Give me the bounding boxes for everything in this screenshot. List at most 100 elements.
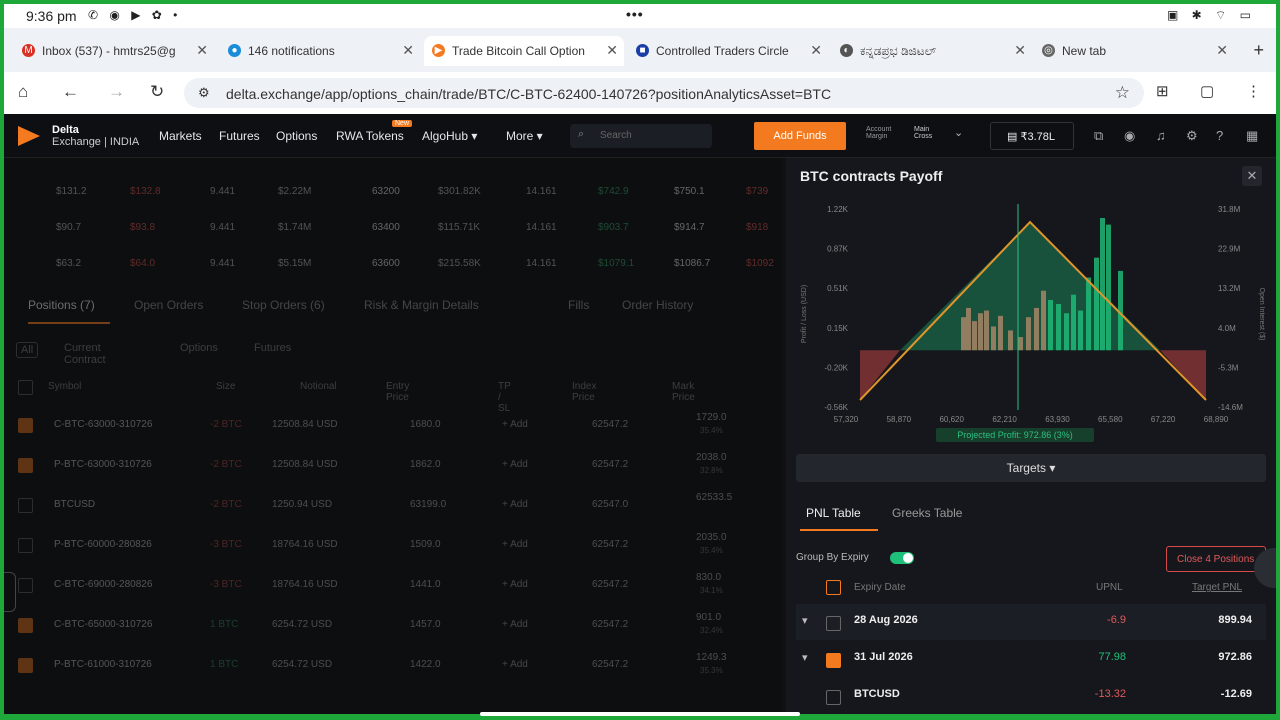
side-handle[interactable] xyxy=(4,572,16,612)
row-checkbox[interactable] xyxy=(18,578,33,593)
new-tab-plus-icon[interactable]: + xyxy=(1253,40,1264,61)
settings-icon[interactable]: ⚙ xyxy=(1186,128,1198,144)
translate-icon[interactable]: ⊞ xyxy=(1156,82,1169,100)
close-icon[interactable]: ✕ xyxy=(606,42,618,59)
browser-tab[interactable]: ■ Controlled Traders Circle ✕ xyxy=(628,36,828,66)
tab-switcher-icon[interactable]: ▢ xyxy=(1200,82,1214,100)
pnl-row[interactable]: BTCUSD -13.32 -12.69 xyxy=(796,678,1266,714)
bookmark-star-icon[interactable]: ☆ xyxy=(1115,83,1130,103)
table-row[interactable]: BTCUSD -2 BTC 1250.94 USD 63199.0 + Add 62547… xyxy=(4,486,782,526)
nav-futures[interactable]: Futures xyxy=(219,129,260,143)
close-icon[interactable]: ✕ xyxy=(810,42,822,59)
browser-tab-active[interactable]: ▶ Trade Bitcoin Call Option ✕ xyxy=(424,36,624,66)
tab-stop-orders[interactable]: Stop Orders (6) xyxy=(242,298,325,312)
back-icon[interactable]: ← xyxy=(62,82,79,102)
filter-options[interactable]: Options xyxy=(180,342,218,354)
cell-notional: 6254.72 USD xyxy=(272,619,333,630)
nav-algohub[interactable]: AlgoHub ▾ xyxy=(422,129,477,143)
tab-open-orders[interactable]: Open Orders xyxy=(134,298,203,312)
table-row[interactable]: C-BTC-63000-310726 -2 BTC 12508.84 USD 1680… xyxy=(4,406,782,446)
close-positions-button[interactable]: Close 4 Positions xyxy=(1166,546,1266,572)
select-all-expiry-checkbox[interactable] xyxy=(826,580,841,595)
expand-chevron-icon[interactable]: ▾ xyxy=(802,651,808,664)
table-row[interactable]: C-BTC-69000-280826 -3 BTC 18764.16 USD 1441… xyxy=(4,566,782,606)
nav-more[interactable]: More ▾ xyxy=(506,129,543,143)
cell-tpsl[interactable]: + Add xyxy=(502,459,528,470)
close-icon[interactable]: ✕ xyxy=(1216,42,1228,59)
pnl-row[interactable]: ▾ 31 Jul 2026 77.98 972.86 xyxy=(796,641,1266,677)
targets-dropdown[interactable]: Targets ▾ xyxy=(796,454,1266,482)
table-row[interactable]: C-BTC-65000-310726 1 BTC 6254.72 USD 1457.0… xyxy=(4,606,782,646)
add-funds-button[interactable]: Add Funds xyxy=(754,122,846,150)
help-icon[interactable]: ? xyxy=(1216,128,1223,143)
upnl-value: 77.98 xyxy=(1098,651,1126,663)
tab-pnl-table[interactable]: PNL Table xyxy=(806,506,861,520)
row-checkbox[interactable] xyxy=(826,653,841,668)
cell-tpsl[interactable]: + Add xyxy=(502,579,528,590)
chain-row[interactable]: $63.2 $64.0 9.441 $5.15M 63600 $215.58K 14.161… xyxy=(4,248,782,284)
row-checkbox[interactable] xyxy=(18,618,33,633)
user-icon[interactable]: ◉ xyxy=(1124,128,1135,144)
active-tab-underline xyxy=(800,529,878,531)
table-row[interactable]: P-BTC-63000-310726 -2 BTC 12508.84 USD 1862… xyxy=(4,446,782,486)
expand-chevron-icon[interactable]: ▾ xyxy=(802,614,808,627)
nav-rwa-tokens[interactable]: RWA Tokens xyxy=(336,129,404,143)
tab-fills[interactable]: Fills xyxy=(568,298,589,312)
chain-row[interactable]: $90.7 $93.8 9.441 $1.74M 63400 $115.71K 14.161… xyxy=(4,212,782,248)
row-checkbox[interactable] xyxy=(18,498,33,513)
menu-kebab-icon[interactable]: ⋮ xyxy=(1246,82,1261,100)
tab-risk-margin[interactable]: Risk & Margin Details xyxy=(364,298,479,312)
site-info-icon[interactable]: ⚙ xyxy=(198,85,210,101)
reload-icon[interactable]: ↻ xyxy=(150,82,164,102)
browser-tab[interactable]: ◎ New tab ✕ xyxy=(1034,36,1234,66)
bell-icon[interactable]: ♫ xyxy=(1156,128,1166,143)
select-all-checkbox[interactable] xyxy=(18,380,33,395)
filter-current-contract[interactable]: Current Contract xyxy=(64,342,106,366)
cell-tpsl[interactable]: + Add xyxy=(502,499,528,510)
filter-all[interactable]: All xyxy=(16,342,39,358)
tab-positions[interactable]: Positions (7) xyxy=(28,298,95,312)
chain-row[interactable]: $131.2 $132.8 9.441 $2.22M 63200 $301.82K 14.1… xyxy=(4,176,782,212)
row-checkbox[interactable] xyxy=(826,690,841,705)
x-tick: 62,210 xyxy=(992,415,1017,424)
nav-options[interactable]: Options xyxy=(276,129,317,143)
group-by-expiry-toggle[interactable] xyxy=(890,552,914,564)
row-checkbox[interactable] xyxy=(18,658,33,673)
home-icon[interactable]: ⌂ xyxy=(18,82,28,102)
browser-tab[interactable]: M Inbox (537) - hmtrs25@g ✕ xyxy=(14,36,214,66)
url-input[interactable]: ⚙ delta.exchange/app/options_chain/trade… xyxy=(184,78,1144,108)
close-icon[interactable]: ✕ xyxy=(196,42,208,59)
grid-menu-icon[interactable]: ▦ xyxy=(1246,128,1258,144)
copy-icon[interactable]: ⧉ xyxy=(1094,128,1103,144)
gesture-home-bar[interactable] xyxy=(480,712,800,716)
close-icon[interactable]: ✕ xyxy=(1014,42,1026,59)
forward-icon[interactable]: → xyxy=(108,82,125,102)
cell-tpsl[interactable]: + Add xyxy=(502,539,528,550)
target-pnl-value: -12.69 xyxy=(1220,688,1252,700)
row-checkbox[interactable] xyxy=(826,616,841,631)
cell-size: -2 BTC xyxy=(210,419,242,430)
tab-greeks-table[interactable]: Greeks Table xyxy=(892,506,962,520)
close-icon[interactable]: ✕ xyxy=(402,42,414,59)
address-bar-row: ⌂ ← → ↻ ⚙ delta.exchange/app/options_cha… xyxy=(4,72,1276,114)
filter-futures[interactable]: Futures xyxy=(254,342,291,354)
pnl-row[interactable]: ▾ 28 Aug 2026 -6.9 899.94 xyxy=(796,604,1266,640)
row-checkbox[interactable] xyxy=(18,458,33,473)
cell-tpsl[interactable]: + Add xyxy=(502,419,528,430)
cell-tpsl[interactable]: + Add xyxy=(502,659,528,670)
cell-tpsl[interactable]: + Add xyxy=(502,619,528,630)
search-input[interactable]: ⌕ Search xyxy=(570,124,712,148)
row-checkbox[interactable] xyxy=(18,538,33,553)
account-selector[interactable]: Account Margin Main Cross ⌄ xyxy=(866,124,972,148)
table-row[interactable]: P-BTC-61000-310726 1 BTC 6254.72 USD 1422.0… xyxy=(4,646,782,686)
row-checkbox[interactable] xyxy=(18,418,33,433)
table-row[interactable]: P-BTC-60000-280826 -3 BTC 18764.16 USD 1509… xyxy=(4,526,782,566)
browser-tab-strip: M Inbox (537) - hmtrs25@g ✕ ● 146 notifi… xyxy=(4,28,1276,72)
browser-tab[interactable]: ◐ ಕನ್ನಡಪ್ರಭ ಡಿಜಿಟಲ್ ✕ xyxy=(832,36,1032,66)
browser-tab[interactable]: ● 146 notifications ✕ xyxy=(220,36,420,66)
nav-markets[interactable]: Markets xyxy=(159,129,202,143)
cell-notional: 6254.72 USD xyxy=(272,659,333,670)
tab-order-history[interactable]: Order History xyxy=(622,298,693,312)
wallet-balance[interactable]: ▤ ₹3.78L xyxy=(990,122,1074,150)
close-icon[interactable]: ✕ xyxy=(1242,166,1262,186)
